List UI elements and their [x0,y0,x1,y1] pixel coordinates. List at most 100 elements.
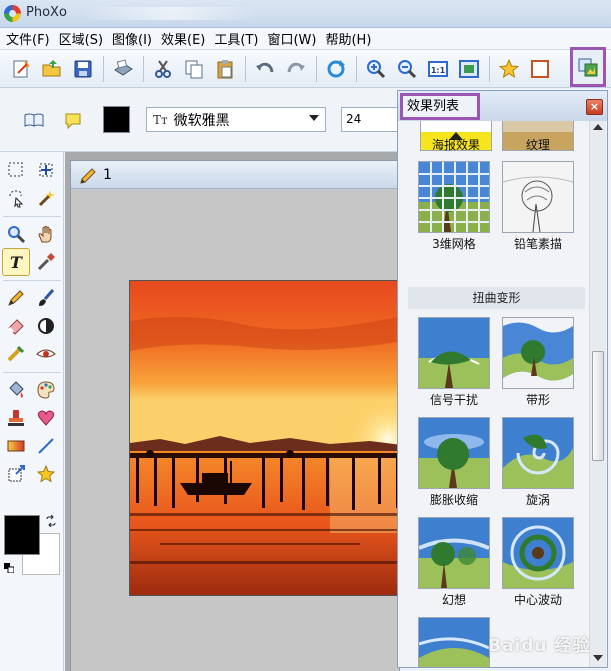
smudge-tool[interactable] [2,340,30,368]
menu-tools[interactable]: 工具(T) [212,29,265,48]
effect-list-button[interactable] [570,47,606,87]
effect-thumb-3d-grid[interactable] [418,161,490,233]
canvas-area[interactable] [71,190,401,671]
favorites-button[interactable] [494,54,524,84]
effect-thumb-next[interactable] [418,617,490,667]
shape-tool[interactable] [32,460,60,488]
frame-button[interactable] [525,54,555,84]
font-select[interactable]: Tт 微软雅黑 [146,107,326,132]
zoom-in-button[interactable] [361,54,391,84]
open-button[interactable] [37,54,67,84]
actual-size-button[interactable]: 1:1 [423,54,453,84]
text-t-icon: T [10,253,23,272]
document-title-bar[interactable]: 1 [71,161,399,189]
scroll-up-icon[interactable] [593,124,603,130]
eraser-tool[interactable] [2,312,30,340]
menu-file[interactable]: 文件(F) [4,29,57,48]
speech-bubble-icon[interactable] [64,112,82,133]
lasso-tool[interactable] [2,184,30,212]
category-distort[interactable]: 扭曲变形 [408,287,585,309]
document-title: 1 [103,167,112,183]
effect-list: 海报效果 纹理 3维网格 铅笔素描 扭曲变形 信号干扰 带形 膨胀收缩 旋涡 幻… [398,121,607,667]
heal-tool[interactable] [32,404,60,432]
magic-wand-tool[interactable] [32,184,60,212]
menu-selection[interactable]: 区域(S) [57,29,110,48]
eyedropper-icon [37,253,55,271]
reset-colors-icon[interactable] [4,562,15,574]
menu-image[interactable]: 图像(I) [110,29,159,48]
fit-window-button[interactable] [454,54,484,84]
text-color-swatch[interactable] [103,106,130,133]
zoom-in-icon [367,59,386,78]
effect-list-scrollbar[interactable] [589,121,606,667]
palette-icon [37,381,55,399]
undo-button[interactable] [250,54,280,84]
tool-palette: T [0,152,64,671]
new-file-icon [13,59,30,77]
font-size-input[interactable]: 24 [341,107,397,132]
effect-panel-header[interactable]: 效果列表 × [398,91,607,121]
toolbar-separator [245,55,246,82]
main-toolbar: 1:1 [0,50,611,88]
red-eye-tool[interactable] [32,340,60,368]
brush-tool[interactable] [32,284,60,312]
paste-button[interactable] [210,54,240,84]
menu-window[interactable]: 窗口(W) [265,29,323,48]
document-window[interactable]: 1 [70,160,401,671]
copy-button[interactable] [179,54,209,84]
menu-help[interactable]: 帮助(H) [323,29,378,48]
line-icon [38,438,54,454]
contrast-tool[interactable] [32,312,60,340]
move-crosshair-icon [39,163,53,177]
rect-select-icon [8,162,23,177]
tool-separator [3,216,61,217]
toolbar-separator [316,55,317,82]
text-tool[interactable]: T [2,248,30,276]
swap-colors-icon[interactable] [45,514,57,530]
line-tool[interactable] [32,432,60,460]
undo-icon [256,62,274,72]
foreground-color-swatch[interactable] [4,515,40,555]
pencil-edit-icon [80,168,96,184]
eyedropper-tool[interactable] [32,248,60,276]
tool-separator [3,280,61,281]
new-button[interactable] [6,54,36,84]
scroll-down-icon[interactable] [593,655,603,661]
pencil-tool[interactable] [2,284,30,312]
watermark: Baidu 经验 [488,636,591,656]
hand-tool[interactable] [32,220,60,248]
color-replace-tool[interactable] [32,376,60,404]
effect-thumb-fantasy[interactable] [418,517,490,589]
zoom-out-button[interactable] [392,54,422,84]
actual-size-icon: 1:1 [428,60,448,77]
paint-bucket-icon [9,381,24,398]
redo-button[interactable] [281,54,311,84]
effect-thumb-bulge[interactable] [418,417,490,489]
effect-list-icon [578,58,598,77]
effect-thumb-band[interactable] [502,317,574,389]
book-icon[interactable] [24,112,44,131]
stamp-tool[interactable] [2,404,30,432]
scan-button[interactable] [108,54,138,84]
menu-effects[interactable]: 效果(E) [159,29,212,48]
title-bar-blur [80,7,260,20]
refresh-button[interactable] [321,54,351,84]
move-tool[interactable] [32,156,60,184]
effect-thumb-swirl[interactable] [502,417,574,489]
gradient-tool[interactable] [2,432,30,460]
effect-thumb-signal-interference[interactable] [418,317,490,389]
fill-tool[interactable] [2,376,30,404]
zoom-tool[interactable] [2,220,30,248]
effect-panel-title: 效果列表 [400,93,480,120]
effect-thumb-center-ripple[interactable] [502,517,574,589]
close-icon[interactable]: × [586,99,603,115]
cut-button[interactable] [148,54,178,84]
eraser-icon [7,319,24,335]
effect-label-fantasy: 幻想 [441,593,466,607]
effect-label-signal-interference: 信号干扰 [429,393,478,407]
scroll-thumb[interactable] [592,351,604,461]
effect-thumb-pencil-sketch[interactable] [502,161,574,233]
rect-select-tool[interactable] [2,156,30,184]
transform-tool[interactable] [2,460,30,488]
save-button[interactable] [68,54,98,84]
